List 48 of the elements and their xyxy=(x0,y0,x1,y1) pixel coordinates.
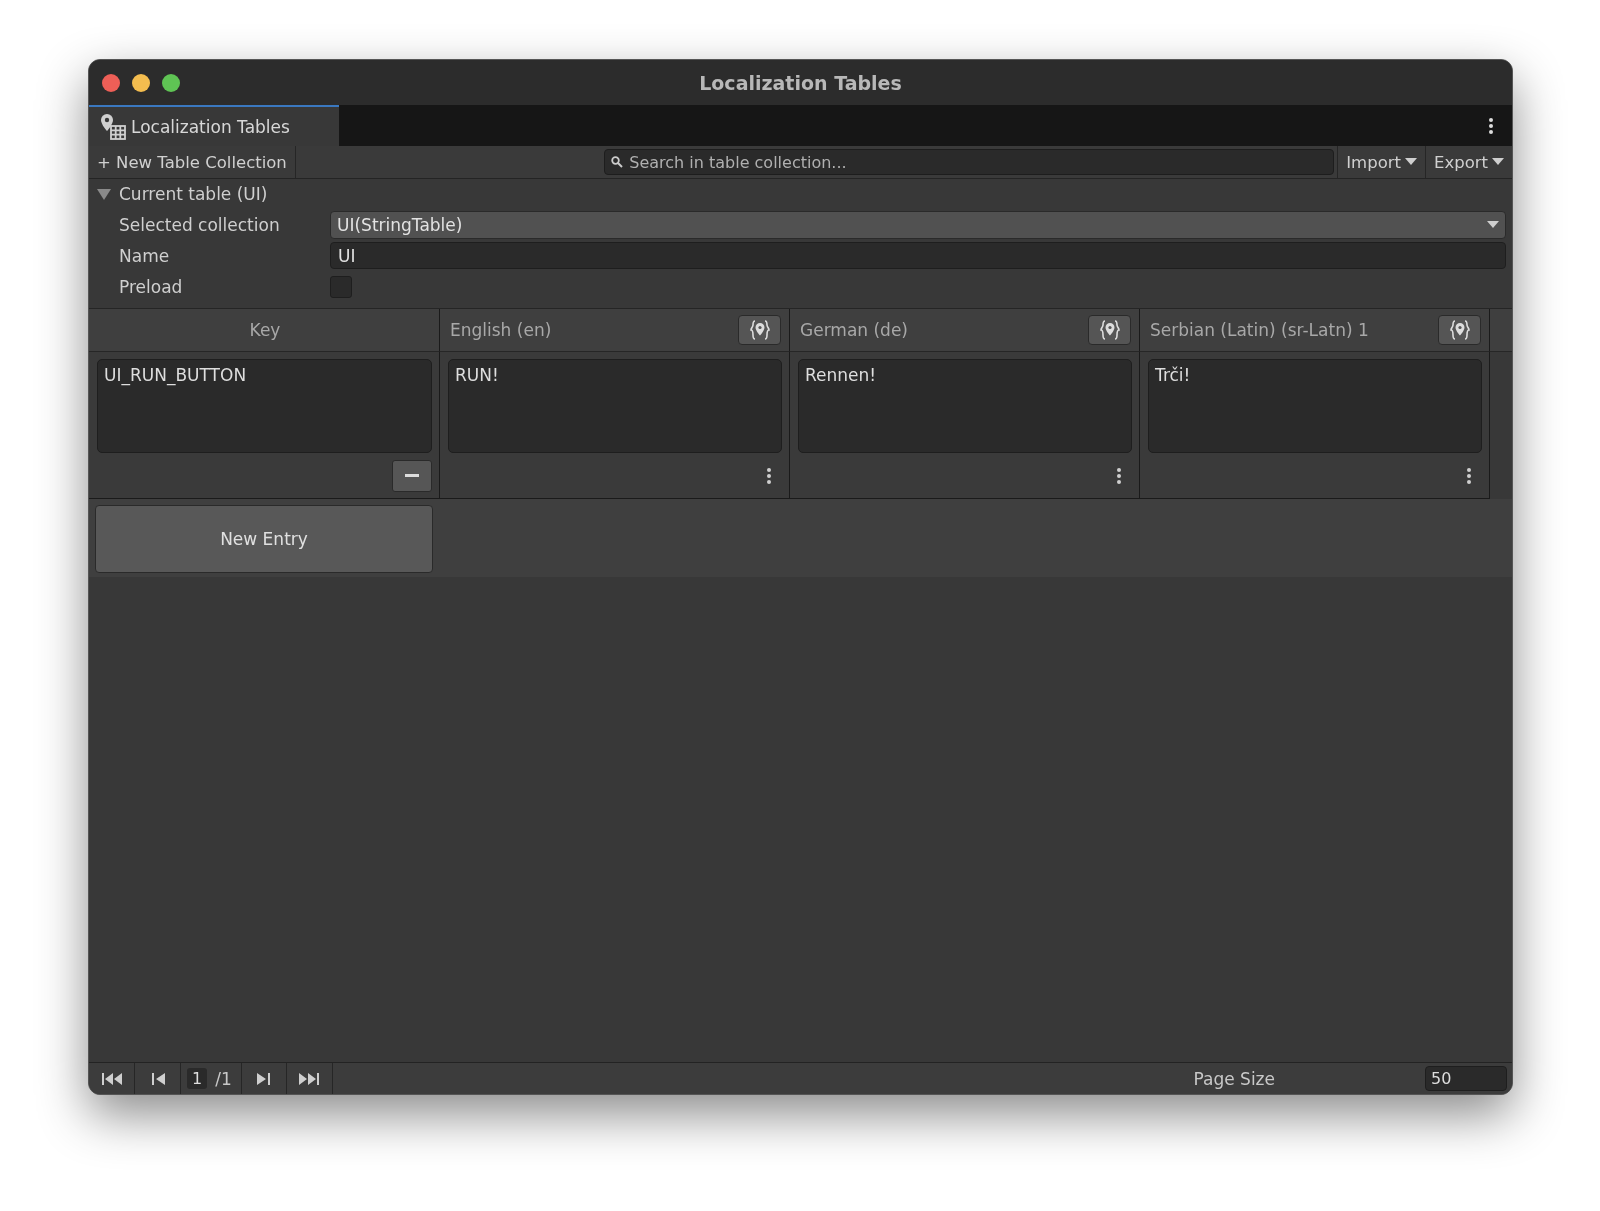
minimize-window-button[interactable] xyxy=(132,73,150,92)
smart-format-button[interactable] xyxy=(738,315,781,345)
braces-pin-icon xyxy=(747,318,772,342)
search-field[interactable]: Search in table collection... xyxy=(604,149,1335,175)
window-tab[interactable]: Localization Tables xyxy=(89,105,339,146)
column-title: Key xyxy=(248,320,282,340)
translation-field[interactable]: Trči! xyxy=(1148,359,1482,453)
new-entry-button[interactable]: New Entry xyxy=(95,505,433,573)
name-field[interactable]: UI xyxy=(330,242,1506,269)
foldout-label[interactable]: Current table (UI) xyxy=(119,184,268,204)
braces-pin-icon xyxy=(1447,318,1472,342)
foldout-arrow-icon[interactable] xyxy=(97,187,111,201)
window-title: Localization Tables xyxy=(699,71,902,94)
page-number-field[interactable]: 1 xyxy=(187,1068,208,1089)
column-title: German (de) xyxy=(800,320,908,340)
page-size-label: Page Size xyxy=(1193,1068,1275,1089)
column-title: Serbian (Latin) (sr-Latn) 1 xyxy=(1150,320,1369,340)
more-options-icon[interactable] xyxy=(1488,116,1494,135)
map-pin-grid-icon xyxy=(99,112,127,141)
maximize-window-button[interactable] xyxy=(162,73,180,92)
preload-checkbox[interactable] xyxy=(330,275,352,298)
page-size-field[interactable]: 50 xyxy=(1425,1066,1507,1091)
translation-field[interactable]: Rennen! xyxy=(798,359,1132,453)
remove-entry-button[interactable] xyxy=(392,459,432,492)
minus-icon xyxy=(405,473,419,478)
last-page-icon xyxy=(297,1070,322,1087)
key-field[interactable]: UI_RUN_BUTTON xyxy=(97,359,432,453)
braces-pin-icon xyxy=(1097,318,1122,342)
page-total: /1 xyxy=(215,1068,232,1089)
search-icon xyxy=(611,156,624,168)
next-page-button[interactable] xyxy=(240,1063,287,1094)
more-options-icon[interactable] xyxy=(1116,466,1122,485)
field-label: Name xyxy=(119,245,171,266)
caret-icon xyxy=(1405,158,1417,166)
translation-field[interactable]: RUN! xyxy=(448,359,782,453)
more-options-icon[interactable] xyxy=(1466,466,1472,485)
close-window-button[interactable] xyxy=(102,73,120,92)
collection-dropdown[interactable]: UI(StringTable) xyxy=(330,210,1506,239)
more-options-icon[interactable] xyxy=(766,466,772,485)
smart-format-button[interactable] xyxy=(1088,315,1131,345)
caret-icon xyxy=(1487,220,1499,229)
column-title: English (en) xyxy=(450,320,552,340)
smart-format-button[interactable] xyxy=(1438,315,1481,345)
field-label: Preload xyxy=(119,276,184,297)
field-label: Selected collection xyxy=(119,214,281,235)
caret-icon xyxy=(1492,158,1504,166)
import-dropdown[interactable]: Import xyxy=(1337,146,1426,178)
first-page-icon xyxy=(99,1070,124,1087)
